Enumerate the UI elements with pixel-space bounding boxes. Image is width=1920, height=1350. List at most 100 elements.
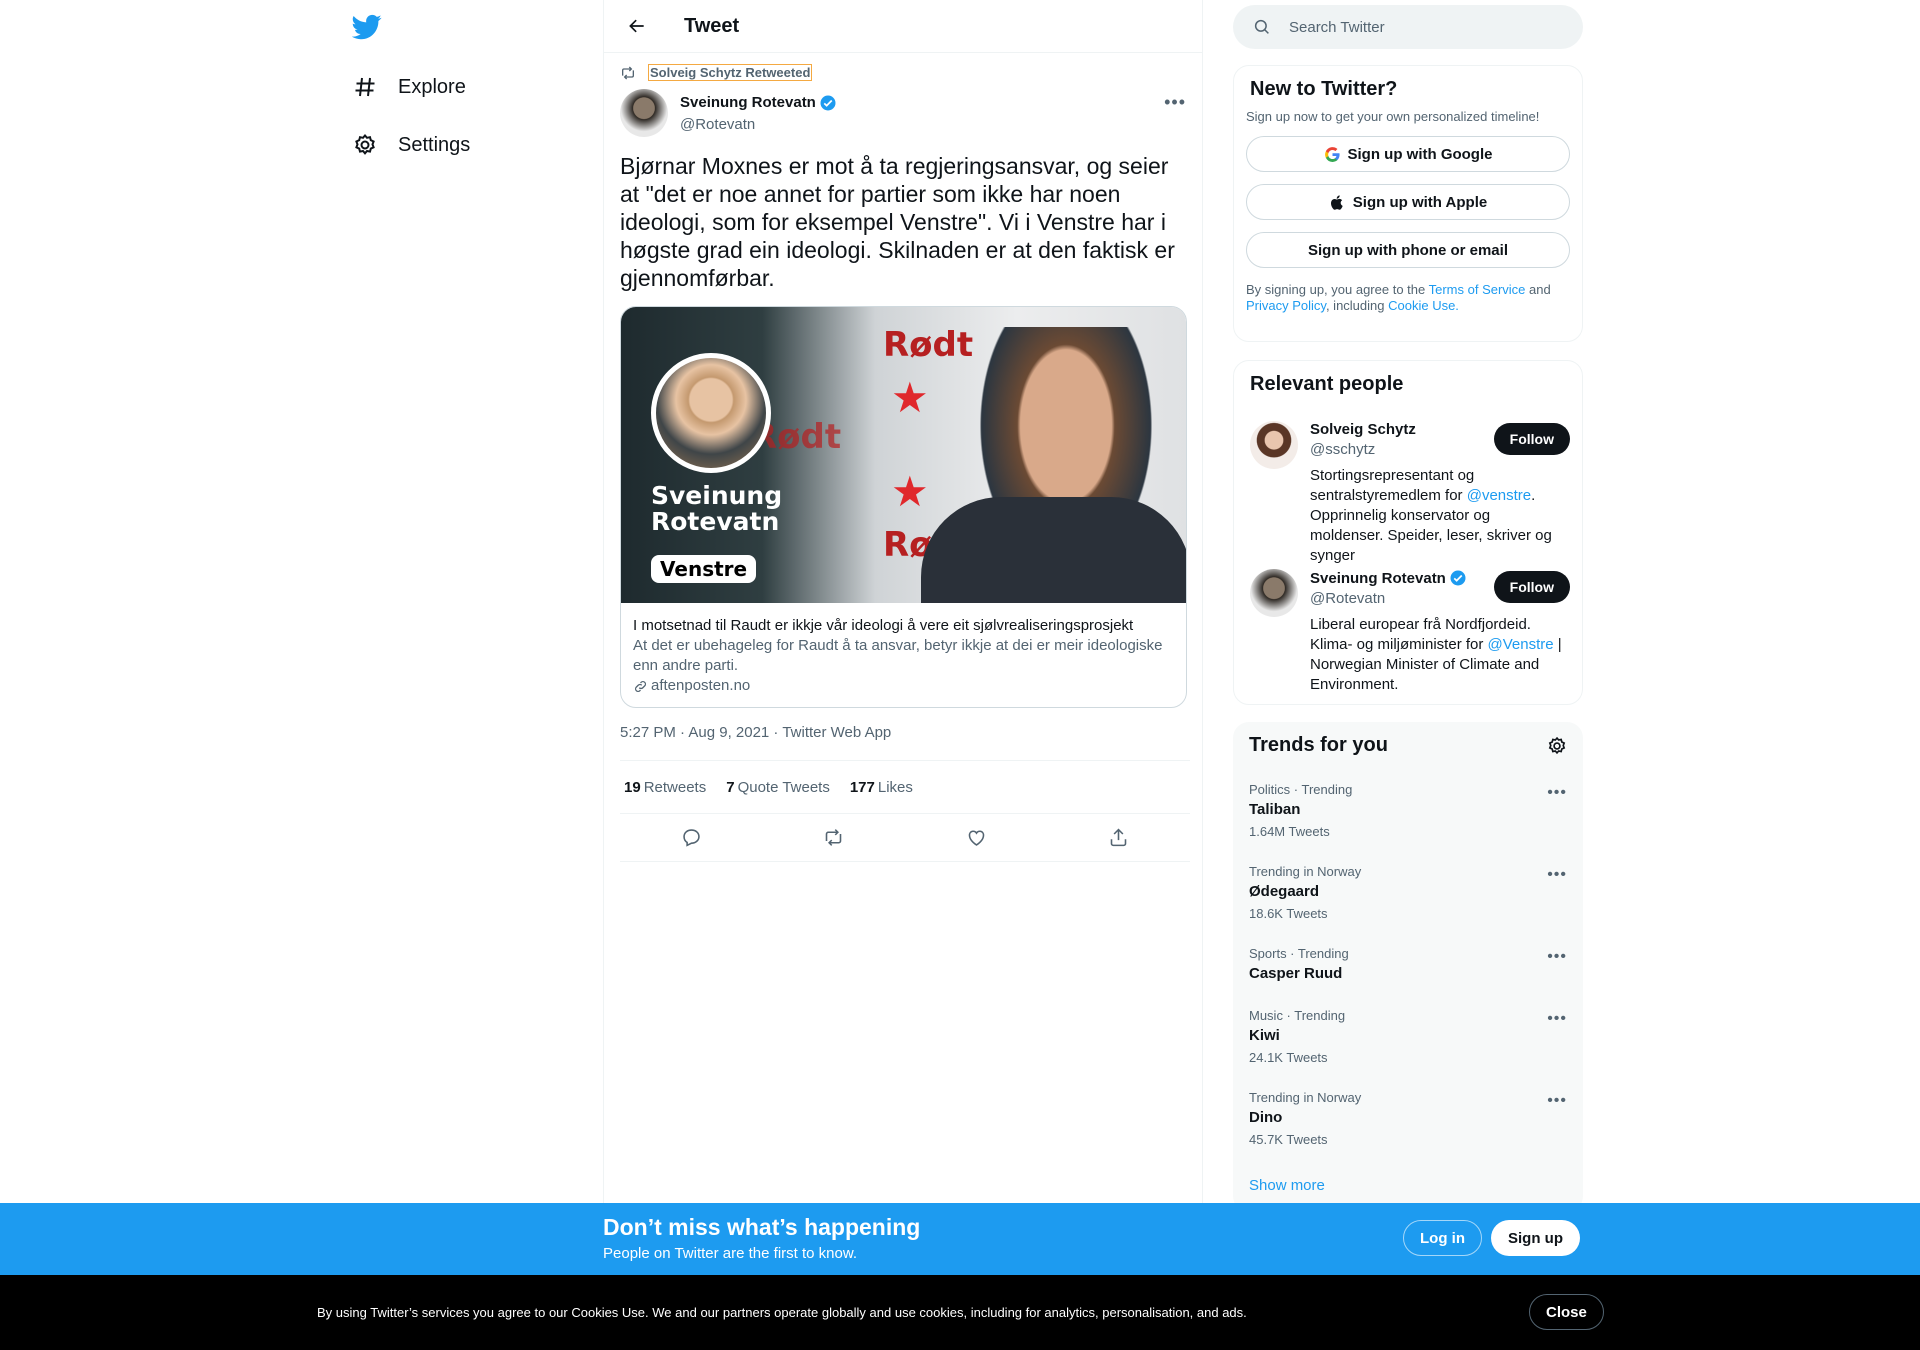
trend-item[interactable]: Politics · Trending Taliban 1.64M Tweets…: [1249, 782, 1567, 839]
terms-link[interactable]: Terms of Service: [1429, 282, 1526, 297]
nav-explore-label: Explore: [398, 75, 466, 98]
search-placeholder: Search Twitter: [1289, 18, 1385, 36]
apple-icon: [1329, 193, 1347, 211]
tweet-timestamp[interactable]: 5:27 PM · Aug 9, 2021 · Twitter Web App: [620, 724, 891, 741]
signup-button[interactable]: Sign up: [1491, 1220, 1580, 1256]
signup-phone-button[interactable]: Sign up with phone or email: [1246, 232, 1570, 268]
trend-topic: Kiwi: [1249, 1027, 1280, 1044]
twitter-bird-icon[interactable]: [351, 12, 382, 42]
person-card[interactable]: Sveinung Rotevatn @Rotevatn Liberal euro…: [1250, 569, 1570, 695]
reply-icon[interactable]: [674, 821, 708, 855]
hashtag-icon: [352, 74, 378, 100]
relevant-people-title: Relevant people: [1250, 373, 1404, 395]
legal-text-3: , including: [1325, 298, 1389, 313]
cookie-text: By using Twitter’s services you agree to…: [317, 1305, 1247, 1320]
portrait-photo: [651, 353, 771, 473]
person-suit: [921, 497, 1186, 603]
trend-category: Music · Trending: [1249, 1008, 1346, 1023]
main-column: Tweet Solveig Schytz Retweeted Sveinung …: [603, 0, 1203, 1350]
share-icon[interactable]: [1102, 821, 1136, 855]
tweet-text: Bjørnar Moxnes er mot å ta regjeringsans…: [620, 153, 1175, 291]
quote-tweets-count: 7: [726, 778, 735, 796]
trend-topic: Dino: [1249, 1109, 1283, 1126]
promo-title: Don’t miss what’s happening: [603, 1214, 921, 1240]
link-icon: [635, 680, 646, 692]
legal-text-2: and: [1525, 282, 1551, 297]
trend-item[interactable]: Trending in Norway Ødegaard 18.6K Tweets…: [1249, 864, 1567, 921]
retweets-count: 19: [624, 778, 641, 796]
card-image-name: Sveinung Rotevatn: [651, 481, 783, 536]
promo-subtitle: People on Twitter are the first to know.: [603, 1245, 858, 1262]
retweets-stat[interactable]: 19 Retweets: [624, 779, 706, 796]
google-icon: [1324, 145, 1342, 163]
follow-button[interactable]: Follow: [1493, 571, 1570, 603]
avatar[interactable]: [620, 89, 668, 137]
verified-badge-icon: [1450, 570, 1466, 586]
follow-button[interactable]: Follow: [1493, 423, 1570, 455]
signup-subtitle: Sign up now to get your own personalized…: [1246, 109, 1540, 124]
retweeted-by-link[interactable]: Solveig Schytz Retweeted: [648, 64, 813, 81]
more-options-icon[interactable]: •••: [1547, 1092, 1567, 1110]
more-options-icon[interactable]: •••: [1547, 866, 1567, 884]
verified-badge-icon: [820, 95, 836, 110]
signup-apple-button[interactable]: Sign up with Apple: [1246, 184, 1570, 220]
link-card[interactable]: Rødt Rødt Rødt ★ ★ Sveinung Rotevatn Ven…: [620, 306, 1187, 708]
legal-text-1: By signing up, you agree to the: [1246, 282, 1429, 297]
card-title: I motsetnad til Raudt er ikkje vår ideol…: [633, 617, 1134, 634]
trend-item[interactable]: Trending in Norway Dino 45.7K Tweets •••: [1249, 1090, 1567, 1147]
signup-title: New to Twitter?: [1250, 78, 1398, 100]
likes-stat[interactable]: 177 Likes: [850, 779, 913, 796]
signup-promo-banner: Don’t miss what’s happening People on Tw…: [0, 1203, 1920, 1275]
trend-category: Sports · Trending: [1249, 946, 1349, 961]
back-arrow-icon[interactable]: [620, 9, 654, 43]
trend-topic: Ødegaard: [1249, 883, 1320, 900]
signup-legal: By signing up, you agree to the Terms of…: [1246, 282, 1570, 314]
retweet-icon[interactable]: [817, 821, 851, 855]
more-options-icon[interactable]: •••: [1547, 784, 1567, 802]
cookie-use-link[interactable]: Cookie Use.: [1388, 298, 1459, 313]
privacy-link[interactable]: Privacy Policy: [1246, 298, 1326, 313]
tweet-actions: [620, 814, 1190, 862]
show-more-link[interactable]: Show more: [1249, 1177, 1325, 1194]
more-options-icon[interactable]: •••: [1164, 92, 1186, 113]
trend-item[interactable]: Sports · Trending Casper Ruud •••: [1249, 946, 1567, 982]
bio-text: Stortingsrepresentant og sentralstyremed…: [1310, 467, 1475, 504]
trend-item[interactable]: Music · Trending Kiwi 24.1K Tweets •••: [1249, 1008, 1567, 1065]
signup-apple-label: Sign up with Apple: [1352, 193, 1488, 211]
author-name-row[interactable]: Sveinung Rotevatn: [680, 94, 837, 112]
trends-title: Trends for you: [1249, 734, 1388, 756]
avatar[interactable]: [1250, 569, 1298, 617]
retweets-label: Retweets: [643, 778, 707, 796]
gear-icon[interactable]: [1547, 736, 1567, 756]
card-image: Rødt Rødt Rødt ★ ★ Sveinung Rotevatn Ven…: [621, 307, 1186, 603]
login-button[interactable]: Log in: [1403, 1220, 1482, 1256]
tweet-header: Tweet: [604, 0, 1202, 53]
avatar[interactable]: [1250, 421, 1298, 469]
trend-count: 24.1K Tweets: [1249, 1050, 1328, 1065]
bio-mention-link[interactable]: @venstre: [1467, 487, 1531, 504]
signup-google-button[interactable]: Sign up with Google: [1246, 136, 1570, 172]
quote-tweets-label: Quote Tweets: [737, 778, 830, 796]
author-handle[interactable]: @Rotevatn: [680, 116, 837, 133]
author-name[interactable]: Sveinung Rotevatn: [680, 94, 816, 111]
person-bio: Liberal europear frå Nordfjordeid. Klima…: [1310, 615, 1566, 695]
more-options-icon[interactable]: •••: [1547, 948, 1567, 966]
quote-tweets-stat[interactable]: 7 Quote Tweets: [726, 779, 830, 796]
like-heart-icon[interactable]: [959, 821, 993, 855]
card-domain-row: aftenposten.no: [633, 676, 1174, 696]
nav-explore[interactable]: Explore: [352, 67, 466, 107]
more-options-icon[interactable]: •••: [1547, 1010, 1567, 1028]
star-icon: ★: [891, 374, 929, 421]
person-name[interactable]: Sveinung Rotevatn: [1310, 570, 1446, 587]
trend-category: Trending in Norway: [1249, 864, 1362, 879]
nav-settings[interactable]: Settings: [352, 125, 470, 165]
tweet-stats: 19 Retweets 7 Quote Tweets 177 Likes: [620, 760, 1190, 814]
signup-panel: New to Twitter? Sign up now to get your …: [1233, 65, 1583, 342]
close-button[interactable]: Close: [1529, 1294, 1604, 1330]
card-domain: aftenposten.no: [651, 677, 751, 694]
search-icon: [1254, 19, 1269, 34]
bio-mention-link[interactable]: @Venstre: [1488, 636, 1554, 653]
person-card[interactable]: Solveig Schytz @sschytz Stortingsreprese…: [1250, 421, 1570, 566]
search-input[interactable]: Search Twitter: [1233, 5, 1583, 49]
likes-count: 177: [849, 778, 875, 796]
